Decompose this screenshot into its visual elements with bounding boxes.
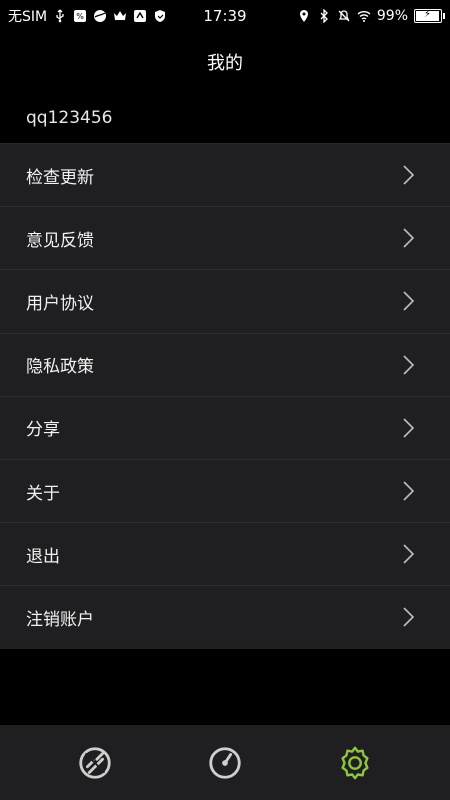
status-bar: 无SIM % 17:39 99% ⚡	[0, 0, 450, 32]
clock: 17:39	[203, 7, 247, 25]
chevron-right-icon	[402, 480, 416, 502]
menu-item-label: 分享	[26, 420, 60, 441]
nav-tab-dashboard[interactable]	[205, 743, 245, 783]
menu-item-delete-account[interactable]: 注销账户	[0, 585, 450, 648]
menu-item-label: 用户协议	[26, 293, 94, 314]
bluetooth-icon	[317, 9, 331, 23]
account-username: qq123456	[26, 108, 113, 128]
settings-menu: 检查更新 意见反馈 用户协议 隐私政策 分享 关于 退出 注销账户	[0, 143, 450, 649]
chevron-right-icon	[402, 543, 416, 565]
shield-icon	[153, 9, 167, 23]
menu-item-label: 意见反馈	[26, 230, 94, 251]
usb-icon	[53, 9, 67, 23]
page-title: 我的	[207, 53, 243, 74]
globe-icon	[93, 9, 107, 23]
chevron-right-icon	[402, 417, 416, 439]
menu-item-label: 检查更新	[26, 167, 94, 188]
menu-item-label: 隐私政策	[26, 357, 94, 378]
menu-item-share[interactable]: 分享	[0, 395, 450, 459]
chevron-right-icon	[402, 164, 416, 186]
chevron-right-icon	[402, 227, 416, 249]
gear-icon	[336, 744, 374, 782]
wifi-icon	[357, 9, 371, 23]
menu-item-label: 注销账户	[26, 609, 94, 630]
app-notification-icon: %	[73, 9, 87, 23]
menu-item-label: 关于	[26, 483, 60, 504]
menu-item-logout[interactable]: 退出	[0, 522, 450, 585]
carrier-label: 无SIM	[8, 9, 48, 25]
chevron-right-icon	[402, 290, 416, 312]
svg-text:%: %	[76, 12, 84, 21]
battery-icon: ⚡	[414, 9, 445, 23]
crown-icon	[113, 9, 127, 23]
menu-item-feedback[interactable]: 意见反馈	[0, 206, 450, 269]
location-icon	[297, 9, 311, 23]
chevron-right-icon	[402, 606, 416, 628]
gauge-icon	[206, 744, 244, 782]
link-off-icon	[76, 744, 114, 782]
menu-item-user-agreement[interactable]: 用户协议	[0, 269, 450, 332]
chevron-right-icon	[402, 354, 416, 376]
mute-bell-icon	[337, 9, 351, 23]
bottom-nav	[0, 725, 450, 800]
menu-item-about[interactable]: 关于	[0, 458, 450, 522]
nav-tab-connect[interactable]	[75, 743, 115, 783]
menu-item-label: 退出	[26, 546, 60, 567]
menu-item-check-update[interactable]: 检查更新	[0, 143, 450, 206]
battery-percent: 99%	[376, 8, 408, 24]
app-badge-icon	[133, 9, 147, 23]
menu-item-privacy-policy[interactable]: 隐私政策	[0, 332, 450, 396]
nav-tab-settings[interactable]	[335, 743, 375, 783]
